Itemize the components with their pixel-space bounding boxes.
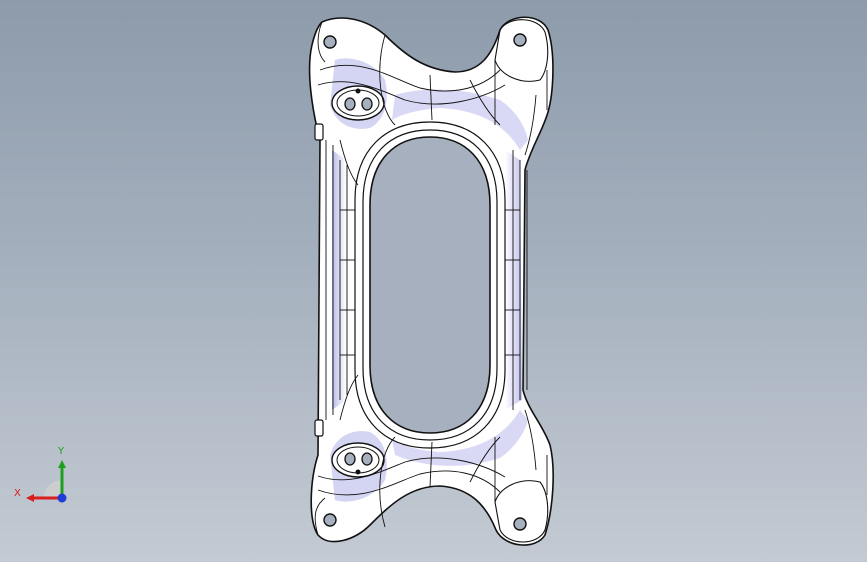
lower-left-bolt-hole: [323, 513, 337, 527]
y-axis-label: Y: [57, 446, 65, 457]
shade-right-rail: [505, 150, 522, 410]
coordinate-triad: X Y: [14, 446, 67, 503]
z-axis-dot: [57, 493, 67, 503]
lower-right-bolt-hole: [513, 517, 527, 531]
lower-boss-hole-left: [344, 452, 356, 466]
center-opening-hole: [369, 136, 491, 434]
upper-left-boss: [331, 85, 385, 121]
graphics-viewport[interactable]: X Y: [0, 0, 867, 562]
lower-boss-hole-right: [361, 452, 373, 466]
x-axis-label: X: [14, 488, 21, 499]
shade-left-rail: [332, 150, 346, 410]
upper-side-stud: [314, 123, 324, 141]
lower-left-boss: [331, 442, 385, 478]
upper-boss-hole-right: [361, 97, 373, 111]
upper-right-bolt-hole: [513, 33, 527, 47]
x-axis-arrow: [26, 494, 34, 502]
lower-side-stud: [314, 419, 324, 437]
upper-boss-hole-left: [344, 97, 356, 111]
subframe-part-model[interactable]: [0, 0, 867, 562]
upper-left-bolt-hole: [323, 35, 337, 49]
y-axis-arrow: [58, 460, 66, 468]
